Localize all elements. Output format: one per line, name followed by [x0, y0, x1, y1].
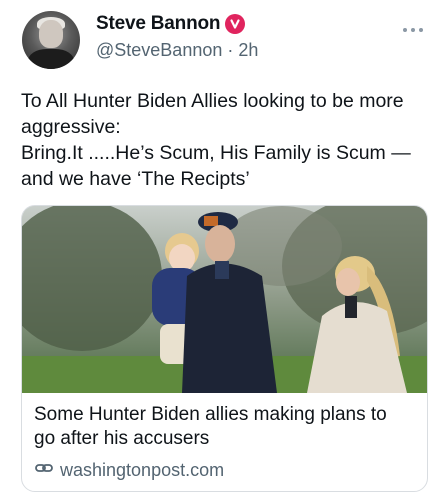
avatar-body [28, 49, 74, 69]
card-image[interactable] [22, 206, 427, 393]
avatar-face [39, 20, 63, 48]
post-time[interactable]: 2h [238, 40, 258, 61]
verified-badge-icon [225, 14, 246, 34]
post: Steve Bannon @SteveBannon · 2h To All Hu… [0, 0, 448, 500]
card-link-row[interactable]: washingtonpost.com [34, 458, 415, 483]
avatar[interactable] [22, 11, 80, 69]
link-card[interactable]: Some Hunter Biden allies making plans to… [21, 205, 428, 492]
link-icon [34, 458, 54, 483]
author-name-row: Steve Bannon [96, 13, 246, 35]
card-domain[interactable]: washingtonpost.com [60, 460, 224, 481]
card-title[interactable]: Some Hunter Biden allies making plans to… [34, 403, 404, 451]
author-meta-row: @SteveBannon · 2h [96, 40, 258, 61]
time-separator: · [227, 40, 234, 60]
more-dots-icon[interactable] [402, 22, 424, 33]
author-handle[interactable]: @SteveBannon [96, 40, 222, 61]
card-photo [22, 206, 427, 393]
post-text: To All Hunter Biden Allies looking to be… [21, 90, 411, 190]
card-info: Some Hunter Biden allies making plans to… [22, 393, 427, 483]
author-display-name[interactable]: Steve Bannon [96, 13, 220, 35]
